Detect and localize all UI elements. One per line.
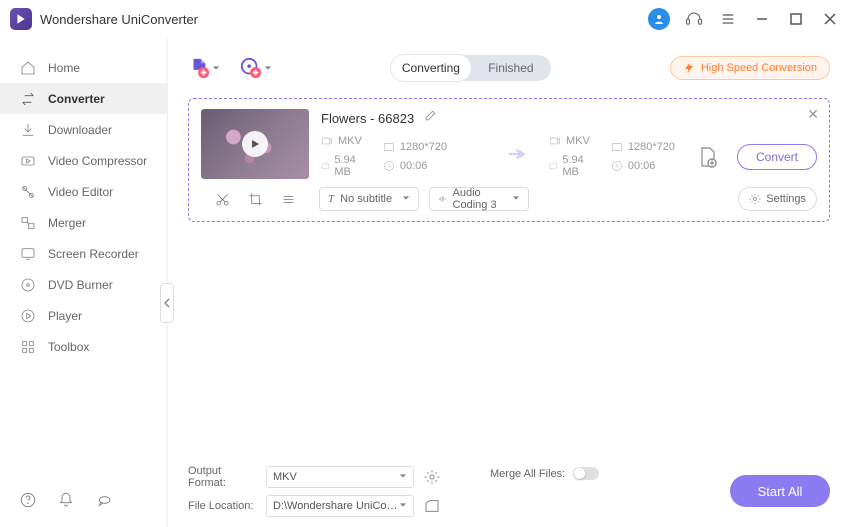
collapse-sidebar-button[interactable] [160, 283, 174, 323]
sidebar-label: Toolbox [48, 340, 89, 354]
bell-icon[interactable] [58, 492, 74, 513]
merge-label: Merge All Files: [490, 468, 565, 480]
sidebar-label: Screen Recorder [48, 247, 139, 261]
sidebar-item-home[interactable]: Home [0, 52, 167, 83]
audio-value: Audio Coding 3 [453, 187, 506, 211]
hsc-label: High Speed Conversion [701, 62, 817, 74]
crop-icon[interactable] [248, 192, 263, 207]
edit-name-icon[interactable] [424, 109, 437, 127]
src-format: MKV [338, 135, 362, 147]
file-location-select[interactable]: D:\Wondershare UniConverter [266, 495, 414, 517]
merge-toggle[interactable] [573, 467, 599, 480]
effects-icon[interactable] [281, 192, 296, 207]
sidebar-item-compressor[interactable]: Video Compressor [0, 145, 167, 176]
support-icon[interactable] [684, 9, 704, 29]
sidebar-label: Video Compressor [48, 154, 147, 168]
src-resolution: 1280*720 [400, 141, 447, 153]
file-card: ✕ Flowers - 66823 MKV 5.94 MB 1280*7 [188, 98, 830, 222]
dst-resolution: 1280*720 [628, 141, 675, 153]
output-format-label: Output Format: [188, 465, 256, 489]
tab-converting[interactable]: Converting [391, 55, 471, 81]
settings-label: Settings [766, 193, 806, 205]
format-settings-icon[interactable] [424, 469, 440, 485]
subtitle-dropdown[interactable]: TNo subtitle [319, 187, 419, 211]
titlebar: Wondershare UniConverter [0, 0, 850, 38]
output-format-icon[interactable] [695, 145, 719, 169]
sidebar-item-recorder[interactable]: Screen Recorder [0, 238, 167, 269]
src-size: 5.94 MB [334, 154, 363, 178]
subtitle-value: No subtitle [340, 193, 392, 205]
start-all-button[interactable]: Start All [730, 475, 830, 507]
sidebar-label: Converter [48, 92, 105, 106]
feedback-icon[interactable] [96, 492, 112, 513]
trim-icon[interactable] [215, 192, 230, 207]
dst-format: MKV [566, 135, 590, 147]
video-thumbnail[interactable] [201, 109, 309, 179]
file-location-value: D:\Wondershare UniConverter [273, 500, 399, 512]
sidebar-label: Video Editor [48, 185, 113, 199]
maximize-button[interactable] [786, 9, 806, 29]
help-icon[interactable] [20, 492, 36, 513]
file-location-label: File Location: [188, 500, 256, 512]
menu-icon[interactable] [718, 9, 738, 29]
add-file-button[interactable] [188, 57, 220, 79]
sidebar-item-toolbox[interactable]: Toolbox [0, 331, 167, 362]
audio-dropdown[interactable]: Audio Coding 3 [429, 187, 529, 211]
output-format-value: MKV [273, 471, 297, 483]
play-icon [242, 131, 268, 157]
close-button[interactable] [820, 9, 840, 29]
output-format-select[interactable]: MKV [266, 466, 414, 488]
content-area: Converting Finished High Speed Conversio… [168, 38, 850, 527]
remove-file-button[interactable]: ✕ [807, 106, 819, 123]
sidebar-label: Player [48, 309, 82, 323]
arrow-icon [509, 147, 527, 166]
sidebar-label: Home [48, 61, 80, 75]
sidebar: Home Converter Downloader Video Compress… [0, 38, 168, 527]
file-name: Flowers - 66823 [321, 111, 414, 126]
tab-finished[interactable]: Finished [471, 55, 551, 81]
settings-button[interactable]: Settings [738, 187, 817, 211]
sidebar-label: Downloader [48, 123, 112, 137]
sidebar-item-editor[interactable]: Video Editor [0, 176, 167, 207]
dst-size: 5.94 MB [562, 154, 591, 178]
sidebar-item-player[interactable]: Player [0, 300, 167, 331]
sidebar-label: DVD Burner [48, 278, 113, 292]
app-title: Wondershare UniConverter [40, 12, 648, 27]
app-logo [10, 8, 32, 30]
dst-duration: 00:06 [628, 160, 656, 172]
open-folder-icon[interactable] [424, 498, 440, 514]
sidebar-label: Merger [48, 216, 86, 230]
sidebar-item-dvd[interactable]: DVD Burner [0, 269, 167, 300]
sidebar-item-downloader[interactable]: Downloader [0, 114, 167, 145]
high-speed-toggle[interactable]: High Speed Conversion [670, 56, 830, 80]
account-icon[interactable] [648, 8, 670, 30]
add-media-button[interactable] [240, 57, 272, 79]
src-duration: 00:06 [400, 160, 428, 172]
status-tabs: Converting Finished [391, 55, 551, 81]
convert-button[interactable]: Convert [737, 144, 817, 170]
sidebar-item-converter[interactable]: Converter [0, 83, 167, 114]
minimize-button[interactable] [752, 9, 772, 29]
sidebar-item-merger[interactable]: Merger [0, 207, 167, 238]
